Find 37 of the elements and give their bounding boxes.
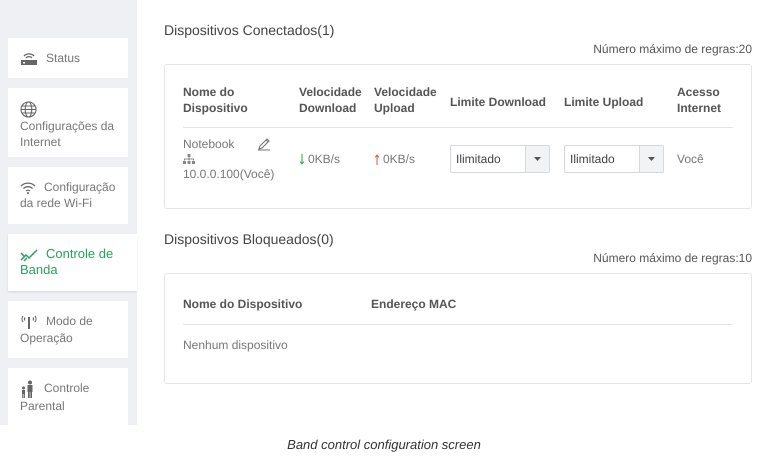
column-header: Velocidade Upload [374,84,438,116]
sidebar-item[interactable]: Status [8,38,128,78]
column-header: Endereço MAC [371,297,456,311]
arrow-down-icon [299,154,305,164]
network-icon [183,154,195,164]
ip-address: 10.0.0.100(Você) [183,166,276,182]
limit-dropdown[interactable]: Ilimitado [564,145,664,173]
device-name: Notebook [183,136,234,152]
sidebar-item[interactable]: Modo de Operação [8,301,128,358]
column-header: Nome do Dispositivo [183,84,249,116]
caret-icon [534,157,541,161]
column-header: Acesso Internet [677,84,722,116]
sidebar-item[interactable]: Configurações da Internet [8,88,128,157]
column-header: Limite Download [450,94,546,110]
antenna-icon [20,314,38,330]
section-title: Dispositivos Bloqueados(0) [164,230,335,249]
max-rules-label: Número máximo de regras:10 [593,250,752,266]
speed-value: 0KB/s [383,151,416,168]
chart-line-icon [20,248,38,262]
empty-message: Nenhum dispositivo [183,338,288,352]
sidebar-item[interactable]: Configuração da rede Wi-Fi [8,167,128,224]
arrow-up-icon [374,154,380,164]
sidebar-item[interactable]: Controle de Banda [8,234,137,291]
column-header: Nome do Dispositivo [183,297,302,311]
column-header: Velocidade Download [299,84,363,116]
column-header: Limite Upload [564,94,644,110]
pencil-icon[interactable] [257,137,271,151]
caret-icon [648,157,655,161]
sidebar-item[interactable]: Controle Parental [8,368,128,425]
section-title: Dispositivos Conectados(1) [164,21,336,40]
limit-dropdown[interactable]: Ilimitado [450,145,550,173]
speed-value: 0KB/s [308,151,340,168]
max-rules-label: Número máximo de regras:20 [593,41,752,57]
wifi-icon [20,181,36,194]
access-value: Você [677,152,704,166]
caption: Band control configuration screen [286,436,482,454]
globe-icon [20,100,37,118]
